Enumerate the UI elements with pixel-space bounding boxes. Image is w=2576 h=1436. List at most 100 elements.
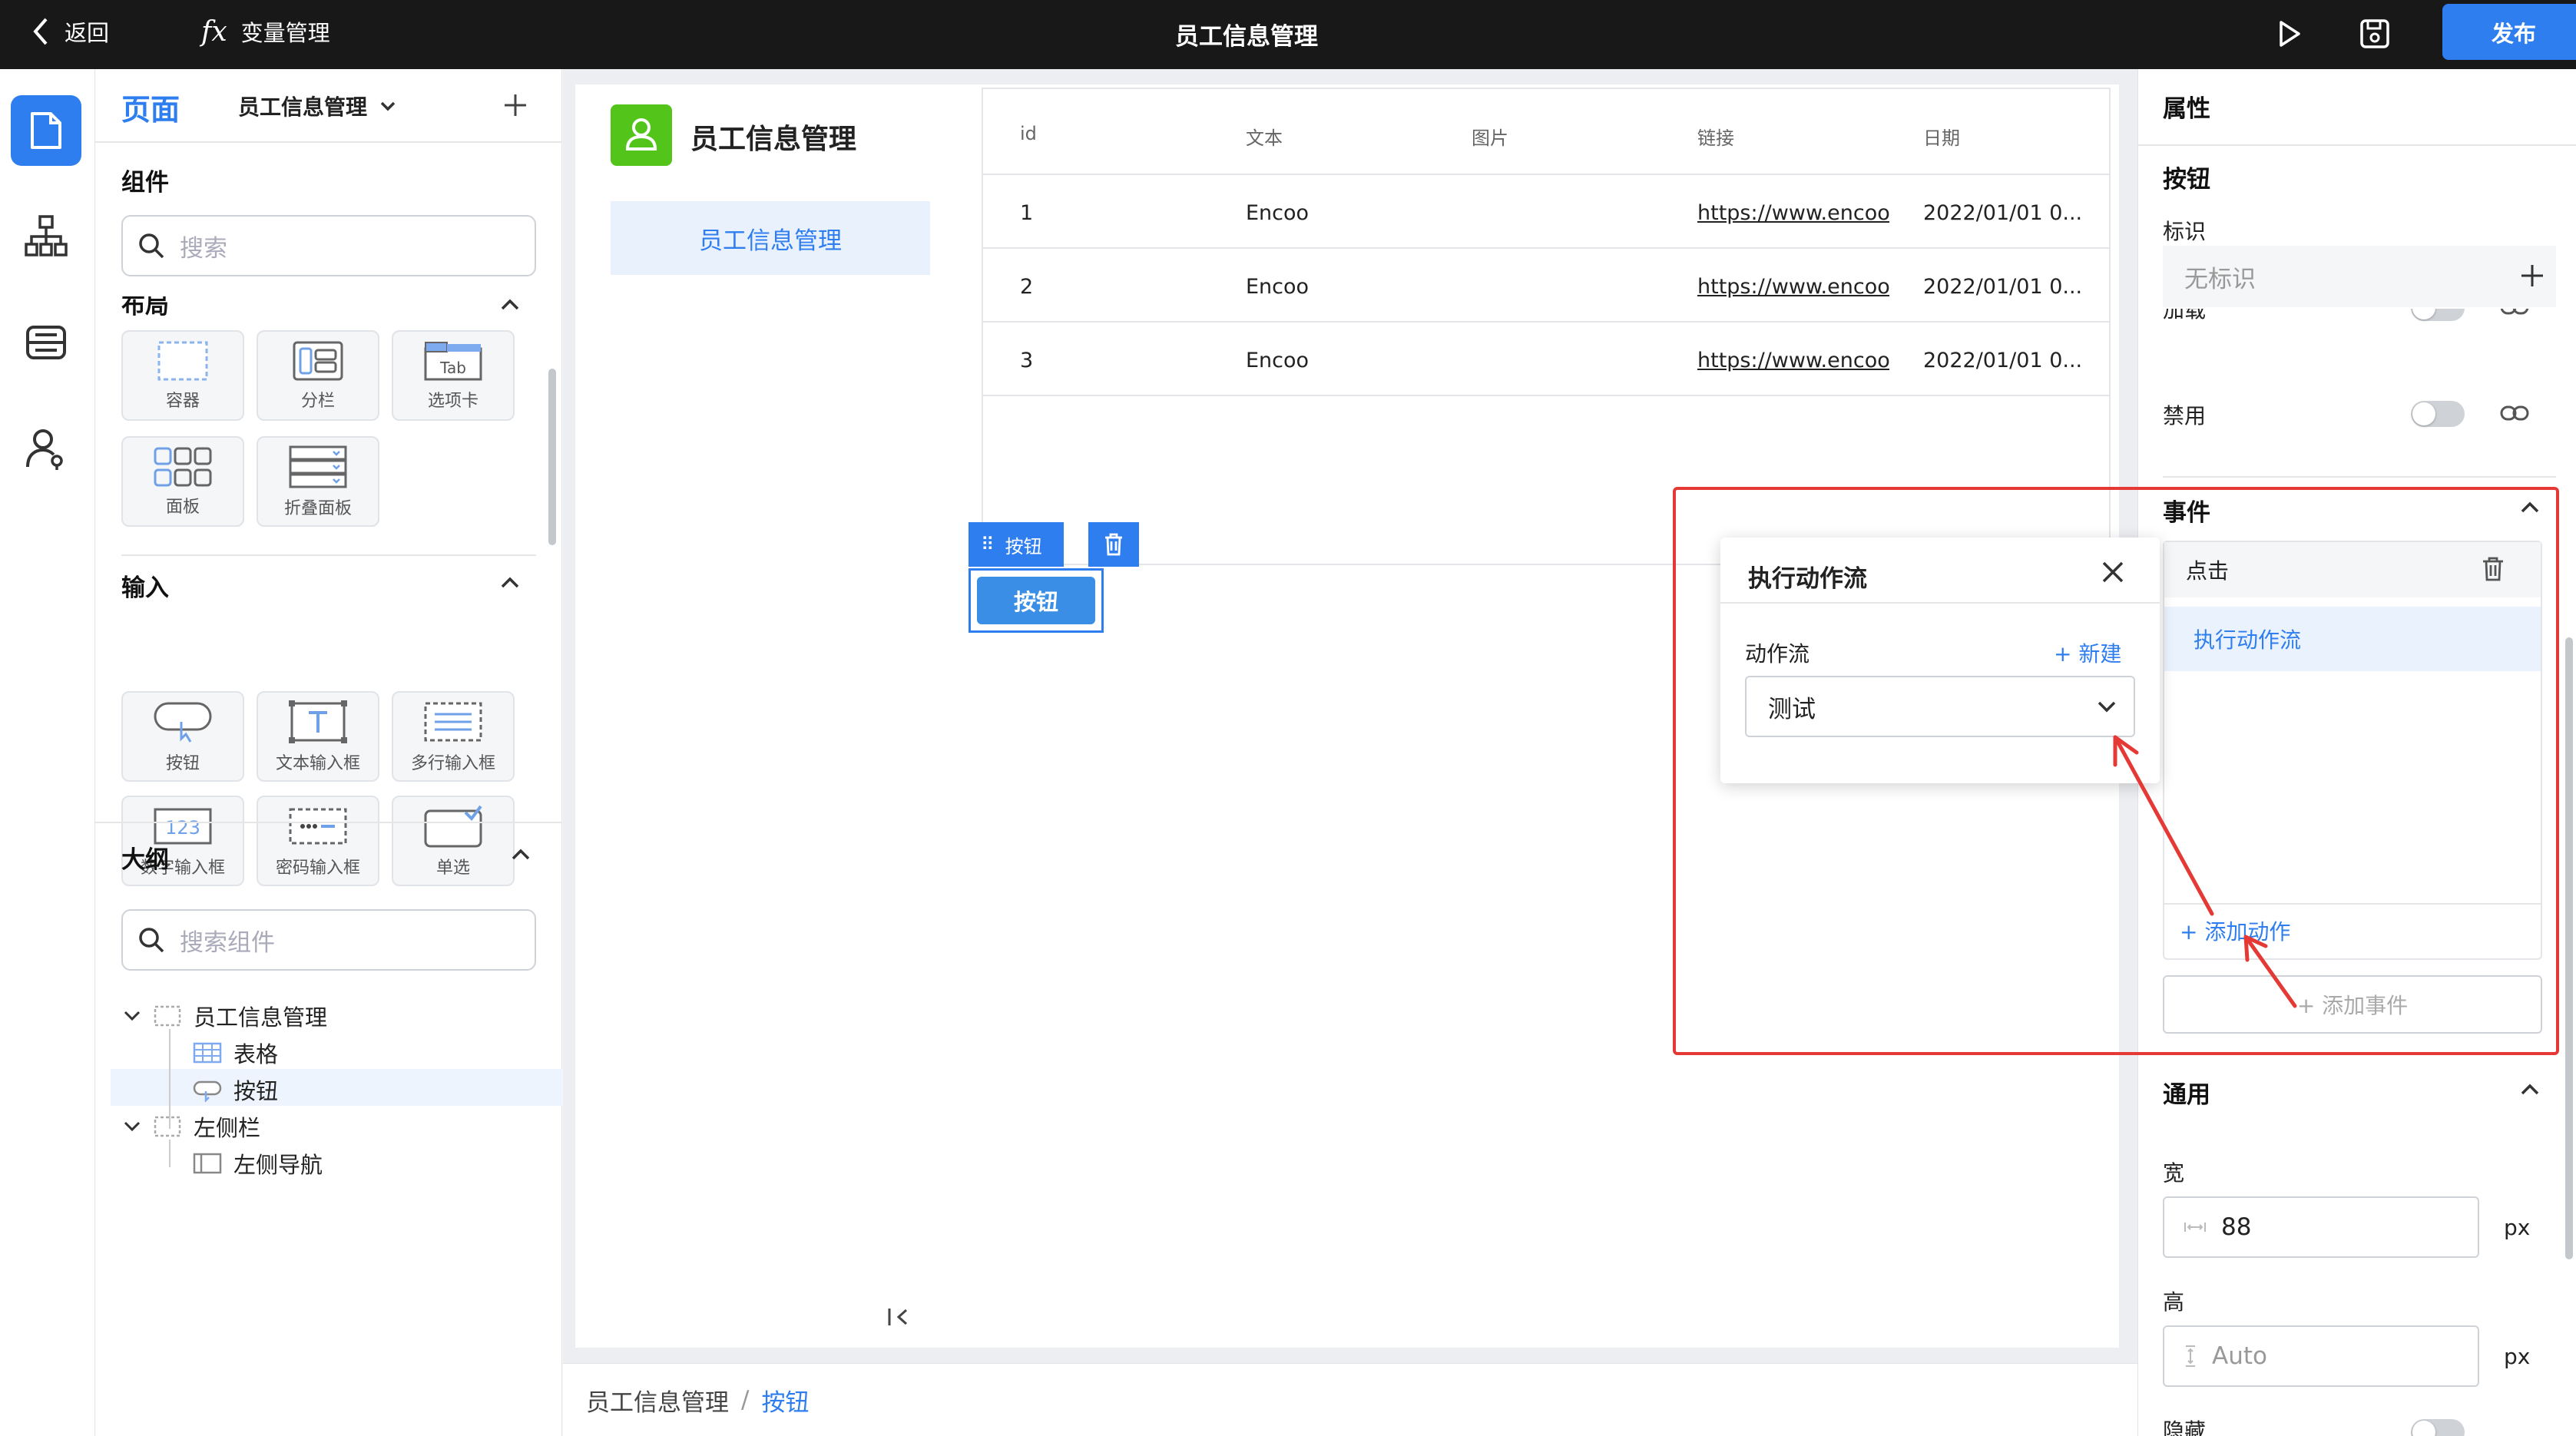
page-icon <box>31 112 61 149</box>
table-link[interactable]: https://www.encoo.c <box>1697 275 1889 299</box>
tree-node-button[interactable]: 按钮 <box>192 1074 278 1106</box>
scrollbar[interactable] <box>2565 637 2573 1259</box>
hierarchy-icon <box>25 215 68 256</box>
action-flow-select[interactable]: 测试 <box>1745 676 2135 737</box>
chevron-up-icon[interactable] <box>510 846 531 862</box>
columns-icon <box>293 341 343 381</box>
variable-manager-button[interactable]: fx 变量管理 <box>201 15 330 48</box>
tile-label: 面板 <box>165 498 200 517</box>
column-header[interactable]: 图片 <box>1472 123 1508 150</box>
tree-node-sidenav[interactable]: 左侧导航 <box>192 1147 323 1180</box>
container-icon <box>157 341 208 381</box>
component-search-input[interactable]: 搜索 <box>121 215 536 276</box>
tile-radio[interactable]: 单选 <box>392 796 515 886</box>
close-icon[interactable] <box>2100 559 2126 585</box>
tile-button[interactable]: 按钮 <box>121 691 244 782</box>
link-icon[interactable] <box>2499 404 2530 422</box>
tile-text-input[interactable]: 文本输入框 <box>257 691 379 782</box>
tree-node-page[interactable]: 员工信息管理 <box>123 1000 327 1032</box>
delete-component-button[interactable] <box>1088 522 1139 567</box>
column-header[interactable]: id <box>1020 123 1037 144</box>
pages-tab[interactable]: 页面 <box>121 86 180 128</box>
breadcrumb-current[interactable]: 按钮 <box>761 1383 809 1418</box>
column-header[interactable]: 文本 <box>1246 123 1283 150</box>
rail-users[interactable] <box>11 413 81 484</box>
disabled-toggle[interactable] <box>2411 401 2465 427</box>
breadcrumb-item[interactable]: 员工信息管理 <box>586 1383 729 1418</box>
play-icon[interactable] <box>2273 18 2304 49</box>
add-page-icon[interactable] <box>502 92 528 118</box>
loading-toggle[interactable] <box>2411 309 2465 321</box>
collapse-icon <box>289 445 347 488</box>
rail-pages[interactable] <box>11 95 81 166</box>
container-node-icon <box>154 1116 181 1137</box>
add-id-icon[interactable] <box>2519 263 2545 289</box>
table-row[interactable]: 3 Encoo https://www.encoo.c 2022/01/01 0… <box>983 323 2109 396</box>
canvas-button[interactable]: 按钮 <box>977 577 1095 624</box>
drag-handle-icon[interactable]: ⠿ <box>981 534 995 555</box>
textarea-icon <box>424 702 482 742</box>
tile-collapse[interactable]: 折叠面板 <box>257 436 379 527</box>
save-icon[interactable] <box>2358 17 2392 51</box>
tile-label: 密码输入框 <box>275 859 360 878</box>
table-row[interactable]: 1 Encoo https://www.encoo.c 2022/01/01 0… <box>983 175 2109 249</box>
action-flow-label: 动作流 <box>1745 641 1810 667</box>
trash-icon <box>1105 533 1122 556</box>
back-label: 返回 <box>65 20 110 46</box>
table-row[interactable]: 2 Encoo https://www.encoo.c 2022/01/01 0… <box>983 249 2109 323</box>
page-select[interactable]: 员工信息管理 <box>238 91 396 121</box>
page-title: 员工信息管理 <box>1175 23 1318 51</box>
link-icon[interactable] <box>2499 309 2530 316</box>
tile-label: 单选 <box>435 859 470 878</box>
scrollbar[interactable] <box>548 369 556 545</box>
dialog-title: 执行动作流 <box>1748 565 1867 593</box>
height-input[interactable]: Auto <box>2163 1325 2479 1387</box>
rail-data[interactable] <box>11 307 81 378</box>
publish-button[interactable]: 发布 <box>2442 4 2576 60</box>
id-input[interactable]: 无标识 <box>2163 246 2556 307</box>
table-link[interactable]: https://www.encoo.c <box>1697 349 1889 372</box>
table-link[interactable]: https://www.encoo.c <box>1697 201 1889 225</box>
table-node-icon <box>193 1042 222 1064</box>
column-header[interactable]: 日期 <box>1923 123 1960 150</box>
table-cell: Encoo <box>1246 275 1310 299</box>
collapse-sidebar-icon[interactable] <box>886 1305 911 1328</box>
back-button[interactable]: 返回 <box>31 15 109 48</box>
rail-components[interactable] <box>11 201 81 272</box>
tile-label: 文本输入框 <box>275 754 360 773</box>
tree-label: 员工信息管理 <box>194 1004 328 1031</box>
tree-node-sidebar[interactable]: 左侧栏 <box>123 1110 260 1143</box>
tree-node-table[interactable]: 表格 <box>192 1037 278 1069</box>
new-flow-button[interactable]: + 新建 <box>2054 637 2121 668</box>
button-icon <box>154 702 212 743</box>
height-placeholder: Auto <box>2212 1342 2267 1370</box>
column-header[interactable]: 链接 <box>1697 123 1734 150</box>
left-panel: 页面 员工信息管理 组件 搜索 布局 容器 分栏 Tab 选项卡 面板 折叠面板… <box>95 69 562 1436</box>
tile-label: 折叠面板 <box>283 499 352 518</box>
tile-columns[interactable]: 分栏 <box>257 330 379 421</box>
search-icon <box>139 233 164 259</box>
tile-panel[interactable]: 面板 <box>121 436 244 527</box>
container-node-icon <box>154 1005 181 1027</box>
tile-tabs[interactable]: Tab 选项卡 <box>392 330 515 421</box>
component-palette: 布局 容器 分栏 Tab 选项卡 面板 折叠面板 输入 <box>95 296 562 634</box>
width-input[interactable]: 88 <box>2163 1196 2479 1258</box>
action-flow-dialog: 执行动作流 动作流 + 新建 测试 <box>1720 538 2160 783</box>
outline-search-input[interactable]: 搜索组件 <box>121 909 536 971</box>
tree-label: 按钮 <box>233 1078 279 1104</box>
chevron-up-icon[interactable] <box>499 574 521 590</box>
selected-component-tag[interactable]: ⠿ 按钮 <box>968 522 1064 567</box>
id-placeholder: 无标识 <box>2184 265 2256 293</box>
chevron-up-icon[interactable] <box>499 296 521 312</box>
selected-flow: 测试 <box>1768 695 1816 723</box>
tile-textarea[interactable]: 多行输入框 <box>392 691 515 782</box>
password-input-icon <box>289 808 347 845</box>
variable-manager-label: 变量管理 <box>240 20 330 46</box>
table-cell: 2022/01/01 0... <box>1923 201 2083 225</box>
tile-password-input[interactable]: 密码输入框 <box>257 796 379 886</box>
tile-container[interactable]: 容器 <box>121 330 244 421</box>
nav-item-employee[interactable]: 员工信息管理 <box>611 201 930 275</box>
chevron-up-icon[interactable] <box>2519 1081 2541 1097</box>
properties-title: 属性 <box>2163 95 2210 123</box>
hidden-toggle[interactable] <box>2411 1419 2465 1436</box>
